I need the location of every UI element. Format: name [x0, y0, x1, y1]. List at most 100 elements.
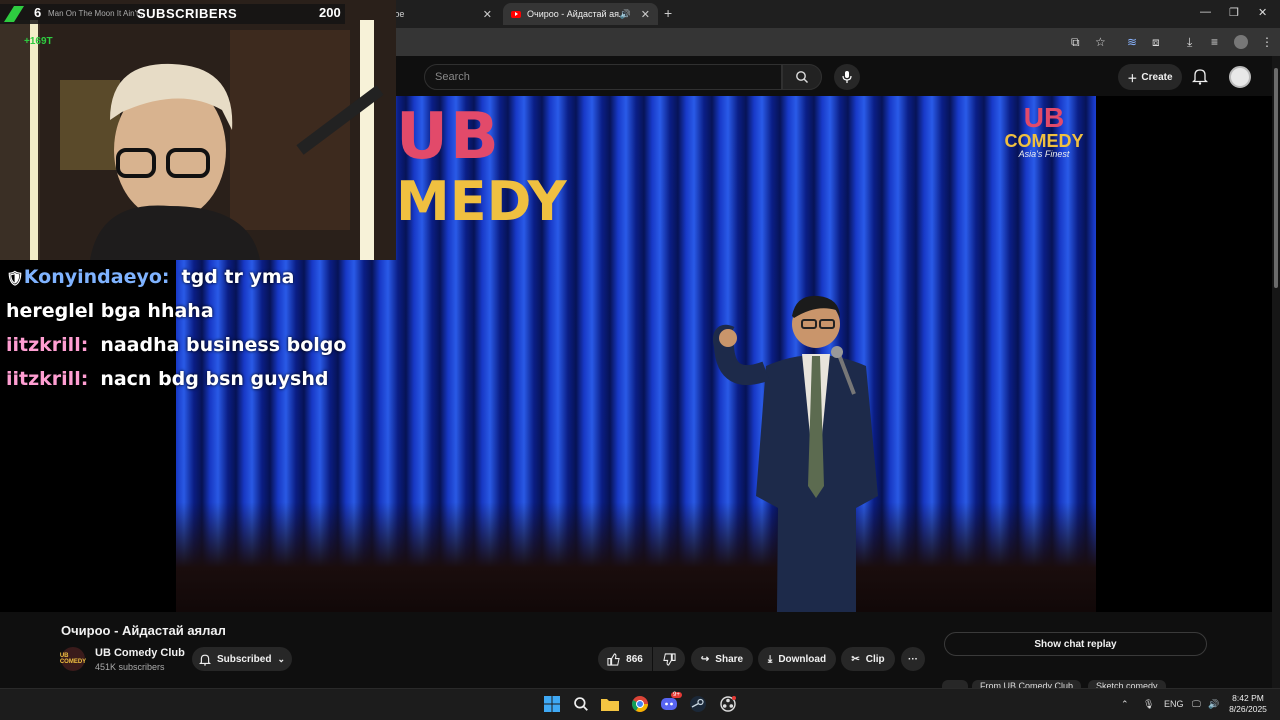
brand-logo-large-bottom: MEDY — [396, 170, 567, 233]
brand-small-tagline: Asia's Finest — [1018, 149, 1070, 159]
screen: { "browser": { "tabs": [ {"title": "YouT… — [0, 0, 1280, 720]
notifications-button[interactable] — [1191, 67, 1209, 90]
video-letterbox-right — [1096, 96, 1272, 612]
share-icon: ↪ — [700, 653, 710, 665]
close-tab-icon[interactable]: ✕ — [641, 8, 650, 21]
show-chat-replay-button[interactable]: Show chat replay — [944, 632, 1207, 656]
like-button[interactable]: 866 — [598, 647, 652, 671]
clock-date: 8/26/2025 — [1229, 704, 1267, 715]
browser-profile-icon[interactable] — [1234, 35, 1248, 49]
discord-button[interactable]: 9+ — [660, 692, 682, 713]
like-count: 866 — [626, 653, 643, 665]
search-icon — [574, 697, 588, 711]
steam-button[interactable] — [689, 695, 707, 713]
dislike-button[interactable] — [653, 647, 685, 671]
create-button[interactable]: ＋ Create — [1118, 64, 1182, 90]
chat-message: hereglel bga hhaha — [6, 300, 214, 322]
discord-icon — [661, 698, 677, 710]
chat-username: iitzkrill: — [6, 334, 89, 356]
chat-username: Konyindaeyo: — [23, 266, 170, 288]
chat-text: tgd tr yma — [181, 266, 295, 288]
now-playing-text: Man On The Moon It Ain't... — [48, 9, 145, 18]
chat-username: iitzkrill: — [6, 368, 89, 390]
channel-avatar[interactable]: UB COMEDY — [60, 647, 86, 671]
clock-time: 8:42 PM — [1232, 693, 1264, 703]
taskbar-search-button[interactable] — [572, 695, 590, 713]
chrome-icon — [632, 696, 648, 712]
clip-button[interactable]: ✂ Clip — [841, 647, 895, 671]
create-label: Create — [1141, 71, 1173, 83]
streamer-webcam — [0, 0, 396, 260]
video-title: Очироо - Айдастай аялал — [61, 623, 226, 638]
folder-icon — [601, 699, 619, 711]
tab-title: Очироо - Айдастай аялал — [527, 9, 620, 19]
subscriber-goal-label: SUBSCRIBERS — [137, 6, 238, 21]
microphone-icon — [842, 71, 852, 83]
search-input[interactable]: Search — [424, 64, 782, 90]
bell-icon — [1191, 69, 1209, 85]
search-button[interactable] — [782, 64, 822, 90]
mod-badge-icon: 🛡 — [6, 271, 24, 287]
search-icon — [796, 71, 808, 83]
voice-search-button[interactable] — [834, 64, 860, 90]
obs-icon — [720, 696, 736, 712]
channel-name[interactable]: UB Comedy Club — [95, 647, 185, 659]
chat-message: 🛡Konyindaeyo: tgd tr yma — [6, 266, 295, 288]
steam-icon — [690, 696, 706, 712]
microphone-tray-icon[interactable]: 🎙 — [1143, 699, 1154, 710]
windows-icon — [544, 696, 560, 712]
extension-icon[interactable]: ≋ — [1127, 35, 1137, 49]
network-icon[interactable]: 🖵 — [1192, 699, 1201, 710]
comedian-figure — [712, 295, 878, 612]
more-dots-icon: ··· — [908, 653, 918, 665]
audio-playing-icon[interactable]: 🔊 — [620, 9, 631, 20]
close-window-icon[interactable]: ✕ — [1258, 6, 1267, 19]
new-tab-button[interactable]: + — [664, 5, 672, 21]
webcam-scene — [0, 0, 396, 260]
browser-menu-icon[interactable]: ⋮ — [1261, 35, 1273, 49]
subscribed-button[interactable]: Subscribed ⌄ — [192, 647, 292, 671]
chat-text: naadha business bolgo — [100, 334, 347, 356]
scrollbar-thumb[interactable] — [1274, 68, 1278, 288]
volume-icon[interactable]: 🔊 — [1208, 699, 1219, 710]
cast-icon[interactable]: ⧉ — [1071, 35, 1080, 50]
extensions-puzzle-icon[interactable]: ⧈ — [1152, 35, 1160, 50]
download-label: Download — [778, 653, 827, 665]
restore-icon[interactable]: ❐ — [1229, 6, 1239, 19]
close-tab-icon[interactable]: ✕ — [483, 8, 492, 21]
file-explorer-button[interactable] — [601, 695, 619, 713]
start-button[interactable] — [543, 695, 561, 713]
youtube-favicon-icon — [511, 10, 521, 18]
download-icon: ⤓ — [767, 653, 773, 665]
brand-small-top: UB — [1023, 102, 1065, 133]
more-actions-button[interactable]: ··· — [901, 647, 925, 671]
download-button[interactable]: ⤓ Download — [758, 647, 836, 671]
language-indicator[interactable]: ENG — [1164, 699, 1184, 709]
system-clock[interactable]: 8:42 PM 8/26/2025 — [1226, 693, 1270, 716]
brand-small-mid: COMEDY — [1004, 131, 1084, 151]
subscriber-goal-count: 200 — [319, 5, 341, 20]
thumbs-down-icon — [662, 652, 676, 666]
scissors-icon: ✂ — [851, 653, 860, 665]
share-label: Share — [715, 653, 744, 665]
stage-floor — [176, 502, 1096, 612]
media-control-icon[interactable]: ≡ — [1211, 35, 1218, 49]
chrome-button[interactable] — [631, 695, 649, 713]
download-icon[interactable]: ⤓ — [1187, 35, 1192, 50]
bookmark-star-icon[interactable]: ☆ — [1095, 35, 1106, 49]
account-avatar[interactable] — [1229, 66, 1251, 88]
obs-button[interactable] — [719, 695, 737, 713]
chat-message: iitzkrill: naadha business bolgo — [6, 334, 346, 356]
minimize-icon[interactable]: — — [1200, 6, 1211, 18]
chat-message: iitzkrill: nacn bdg bsn guyshd — [6, 368, 328, 390]
plus-icon: ＋ — [1127, 73, 1138, 85]
thumbs-up-icon — [607, 652, 620, 666]
webcam-tag: +169T — [24, 36, 53, 47]
channel-subscriber-count: 451K subscribers — [95, 662, 165, 672]
page-scrollbar[interactable] — [1272, 56, 1280, 688]
tray-overflow-icon[interactable]: ⌃ — [1121, 699, 1129, 710]
chat-text: hereglel bga hhaha — [6, 300, 214, 322]
tab-video[interactable]: Очироо - Айдастай аялал 🔊 ✕ — [503, 3, 658, 25]
share-button[interactable]: ↪ Share — [691, 647, 753, 671]
brand-logo-large-top: UB — [396, 100, 501, 174]
